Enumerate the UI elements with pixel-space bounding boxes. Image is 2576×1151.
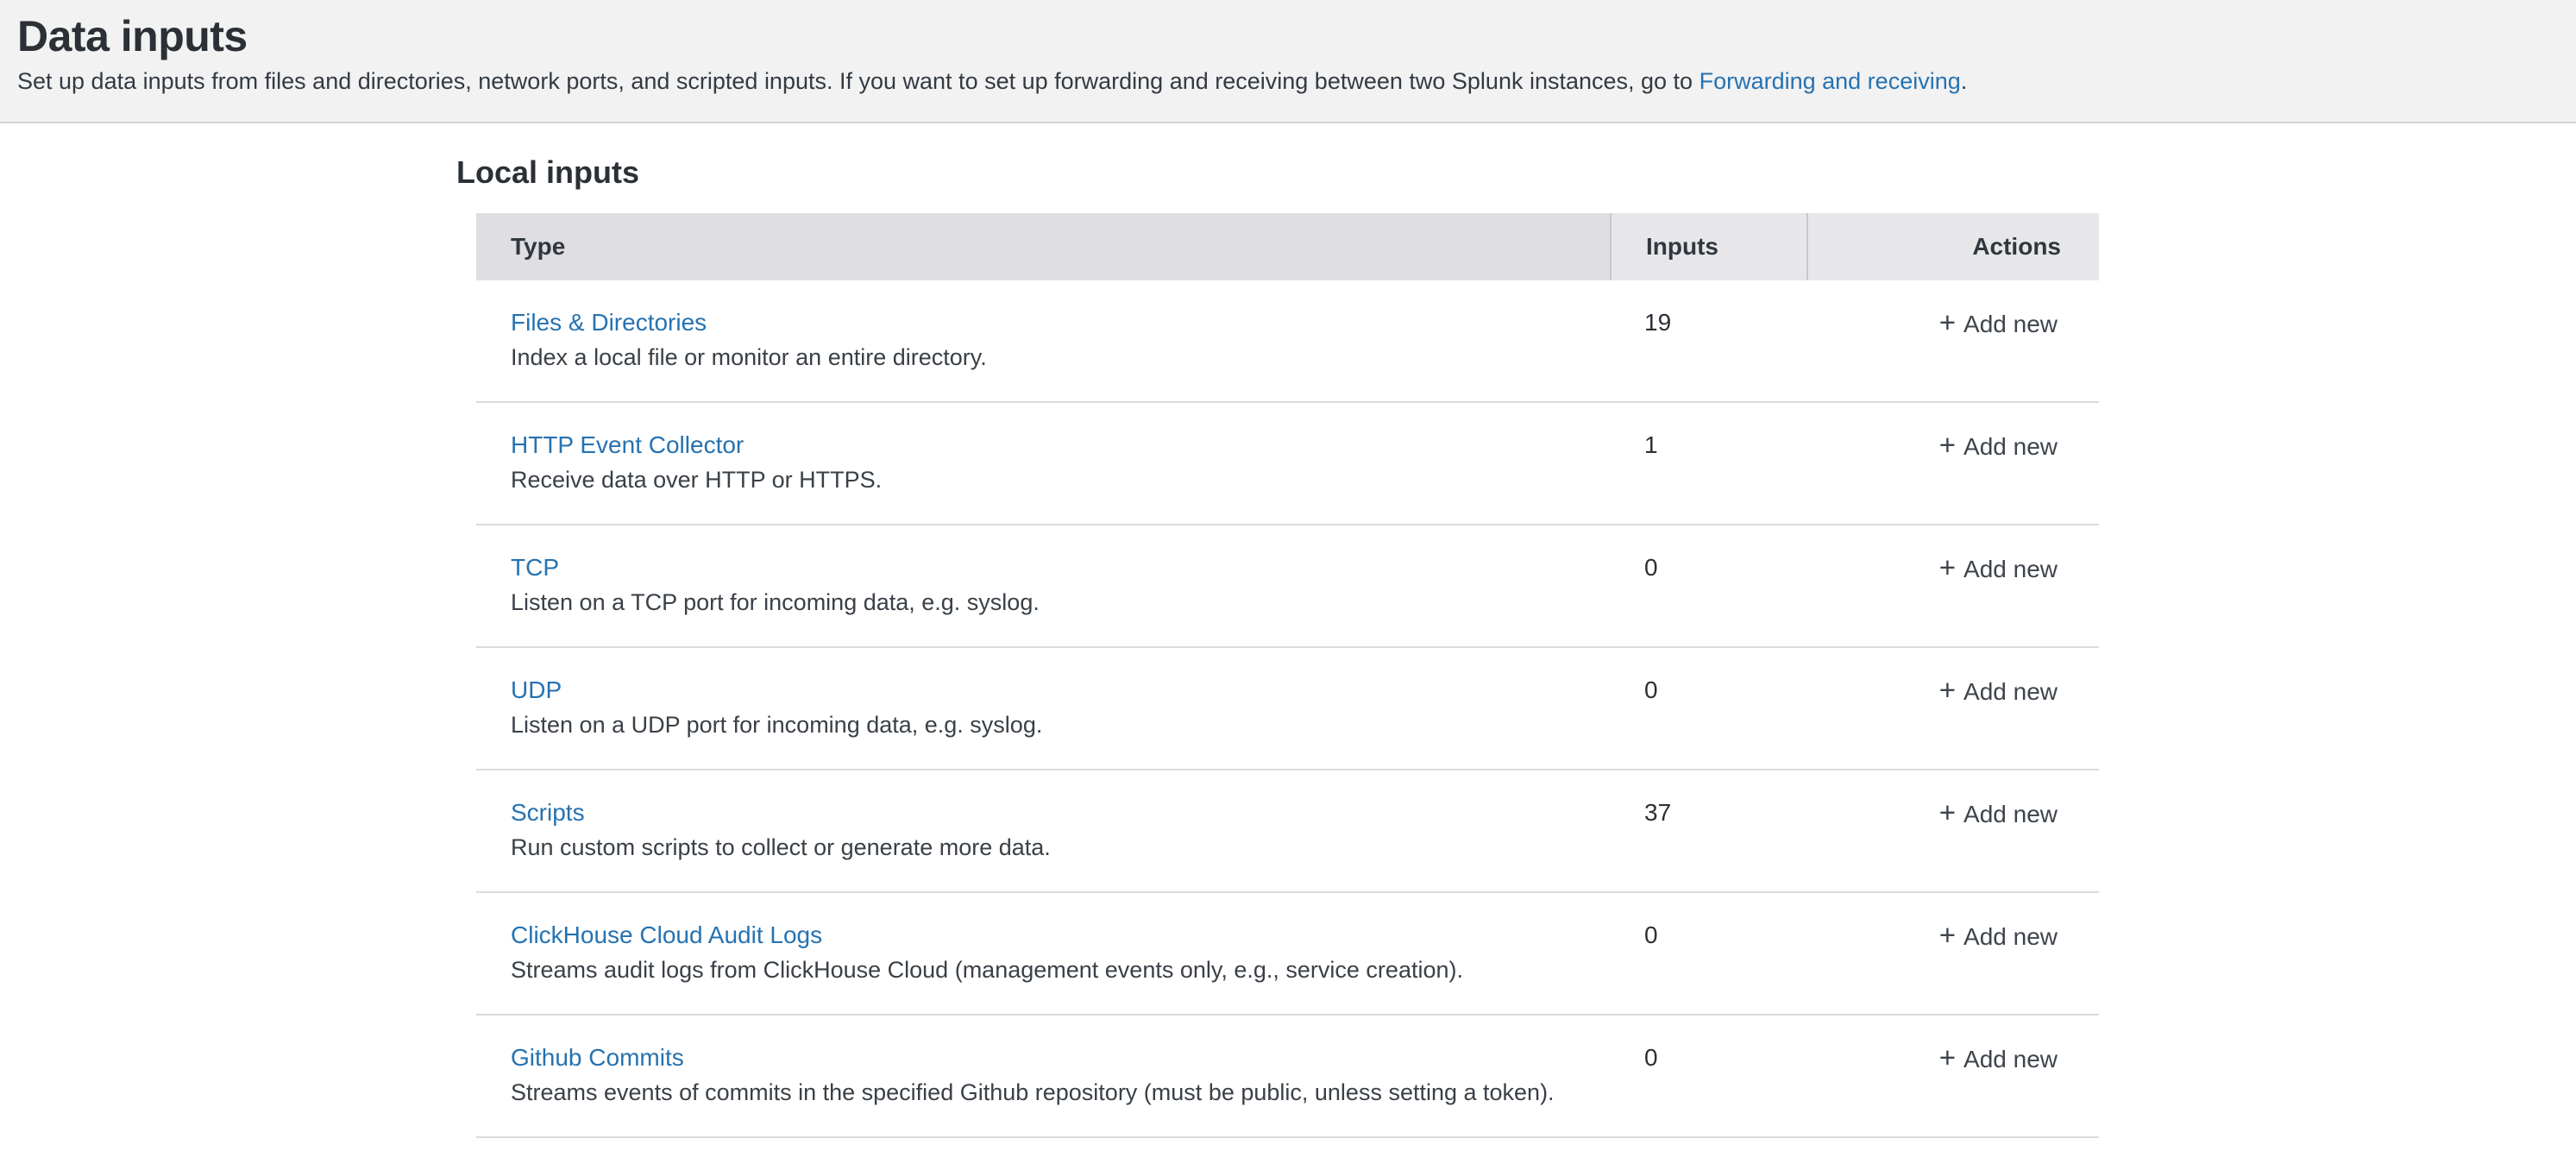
actions-cell: + Add new [1806, 1016, 2099, 1136]
inputs-count: 0 [1610, 1016, 1806, 1136]
inputs-count: 1 [1610, 403, 1806, 524]
add-new-label: Add new [1963, 801, 2058, 827]
type-cell: TCP Listen on a TCP port for incoming da… [476, 525, 1610, 646]
subtitle-period: . [1961, 68, 1968, 94]
add-new-link[interactable]: + Add new [1939, 919, 2058, 953]
section-title-local-inputs: Local inputs [456, 154, 2576, 191]
table-row-files-directories: Files & Directories Index a local file o… [476, 280, 2099, 403]
table-row-github-commits: Github Commits Streams events of commits… [476, 1016, 2099, 1138]
plus-icon: + [1939, 429, 1956, 461]
plus-icon: + [1939, 551, 1956, 583]
add-new-label: Add new [1963, 1046, 2058, 1072]
input-type-description: Index a local file or monitor an entire … [511, 341, 1593, 374]
column-header-actions: Actions [1806, 213, 2099, 280]
table-row-clickhouse-cloud-audit-logs: ClickHouse Cloud Audit Logs Streams audi… [476, 893, 2099, 1016]
type-cell: Files & Directories Index a local file o… [476, 280, 1610, 401]
add-new-link[interactable]: + Add new [1939, 796, 2058, 831]
input-type-link[interactable]: Scripts [511, 799, 585, 826]
actions-cell: + Add new [1806, 525, 2099, 646]
column-header-inputs[interactable]: Inputs [1610, 213, 1806, 280]
page-subtitle: Set up data inputs from files and direct… [17, 66, 2555, 96]
type-cell: ClickHouse Cloud Audit Logs Streams audi… [476, 893, 1610, 1014]
input-type-description: Streams audit logs from ClickHouse Cloud… [511, 953, 1593, 986]
input-type-description: Listen on a TCP port for incoming data, … [511, 586, 1593, 619]
type-cell: Scripts Run custom scripts to collect or… [476, 770, 1610, 891]
table-row-http-event-collector: HTTP Event Collector Receive data over H… [476, 403, 2099, 525]
page-header: Data inputs Set up data inputs from file… [0, 0, 2576, 123]
add-new-link[interactable]: + Add new [1939, 1041, 2058, 1076]
table-row-scripts: Scripts Run custom scripts to collect or… [476, 770, 2099, 893]
type-cell: Github Commits Streams events of commits… [476, 1016, 1610, 1136]
add-new-label: Add new [1963, 433, 2058, 460]
actions-cell: + Add new [1806, 893, 2099, 1014]
add-new-label: Add new [1963, 923, 2058, 950]
inputs-count: 0 [1610, 648, 1806, 769]
inputs-count: 37 [1610, 770, 1806, 891]
add-new-link[interactable]: + Add new [1939, 306, 2058, 341]
main-content: Local inputs Type Inputs Actions Files &… [0, 154, 2576, 1138]
add-new-label: Add new [1963, 678, 2058, 705]
input-type-description: Listen on a UDP port for incoming data, … [511, 708, 1593, 741]
add-new-link[interactable]: + Add new [1939, 551, 2058, 586]
table-row-tcp: TCP Listen on a TCP port for incoming da… [476, 525, 2099, 648]
add-new-link[interactable]: + Add new [1939, 429, 2058, 463]
type-cell: UDP Listen on a UDP port for incoming da… [476, 648, 1610, 769]
table-header-row: Type Inputs Actions [476, 213, 2099, 280]
input-type-link[interactable]: Github Commits [511, 1044, 684, 1071]
plus-icon: + [1939, 796, 1956, 828]
actions-cell: + Add new [1806, 648, 2099, 769]
input-type-description: Streams events of commits in the specifi… [511, 1076, 1593, 1109]
input-type-description: Receive data over HTTP or HTTPS. [511, 463, 1593, 496]
plus-icon: + [1939, 1041, 1956, 1073]
plus-icon: + [1939, 674, 1956, 706]
actions-cell: + Add new [1806, 403, 2099, 524]
input-type-link[interactable]: Files & Directories [511, 309, 707, 336]
plus-icon: + [1939, 306, 1956, 338]
input-type-link[interactable]: HTTP Event Collector [511, 431, 744, 458]
input-type-description: Run custom scripts to collect or generat… [511, 831, 1593, 864]
add-new-label: Add new [1963, 311, 2058, 337]
inputs-count: 0 [1610, 525, 1806, 646]
add-new-link[interactable]: + Add new [1939, 674, 2058, 708]
inputs-count: 0 [1610, 893, 1806, 1014]
local-inputs-table: Type Inputs Actions Files & Directories … [476, 213, 2099, 1138]
add-new-label: Add new [1963, 556, 2058, 582]
plus-icon: + [1939, 919, 1956, 951]
input-type-link[interactable]: ClickHouse Cloud Audit Logs [511, 921, 822, 948]
table-row-udp: UDP Listen on a UDP port for incoming da… [476, 648, 2099, 770]
actions-cell: + Add new [1806, 770, 2099, 891]
actions-cell: + Add new [1806, 280, 2099, 401]
column-header-type[interactable]: Type [476, 213, 1610, 280]
forwarding-and-receiving-link[interactable]: Forwarding and receiving [1700, 68, 1961, 94]
input-type-link[interactable]: UDP [511, 676, 562, 703]
inputs-count: 19 [1610, 280, 1806, 401]
input-type-link[interactable]: TCP [511, 554, 559, 581]
type-cell: HTTP Event Collector Receive data over H… [476, 403, 1610, 524]
page: Data inputs Set up data inputs from file… [0, 0, 2576, 1138]
subtitle-text: Set up data inputs from files and direct… [17, 68, 1700, 94]
page-title: Data inputs [17, 11, 2555, 61]
